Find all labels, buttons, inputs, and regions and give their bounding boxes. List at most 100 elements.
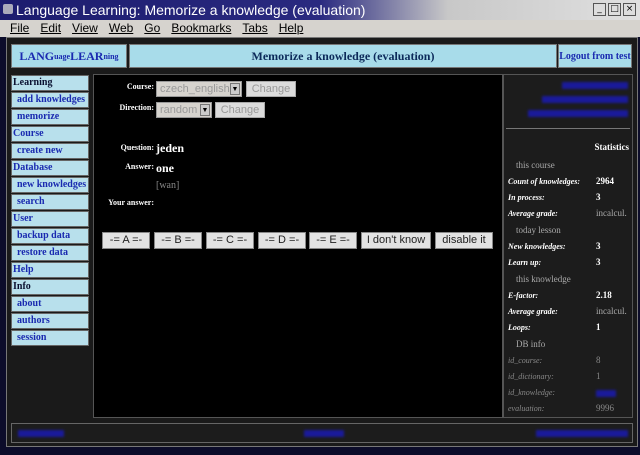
option-c-button[interactable]: -= C =- <box>206 232 254 249</box>
section-head: today lesson <box>516 225 561 235</box>
stat-value: 1 <box>596 322 601 332</box>
stat-value: incalcul. <box>596 208 627 218</box>
menu-file[interactable]: File <box>10 20 29 37</box>
sidebar-item-user[interactable]: User <box>11 211 89 227</box>
section-head: this knowledge <box>516 274 571 284</box>
menu-bar: File Edit View Web Go Bookmarks Tabs Hel… <box>0 20 640 37</box>
answer-text: one <box>156 161 174 175</box>
logout-link[interactable]: Logout from test <box>558 44 632 68</box>
stat-value: 3 <box>596 241 601 251</box>
window-menu-icon[interactable] <box>3 4 13 14</box>
question-label: Question: <box>120 143 154 152</box>
menu-help[interactable]: Help <box>279 20 304 37</box>
sidebar-item-about[interactable]: about <box>11 296 89 312</box>
logo-part: uage <box>54 51 71 61</box>
panel-link[interactable] <box>542 96 628 103</box>
section-head: DB info <box>516 339 546 349</box>
direction-select[interactable]: random ▼ <box>156 102 212 118</box>
answer-label: Answer: <box>125 162 154 171</box>
statistics-panel: Statistics this course Count of knowledg… <box>503 74 633 418</box>
direction-value: random <box>160 104 198 116</box>
sidebar: Learning add knowledges memorize Course crea… <box>11 75 89 347</box>
course-select[interactable]: czech_english ▼ <box>156 81 242 97</box>
stat-label: evaluation: <box>508 404 545 413</box>
statistics-title: Statistics <box>594 142 630 152</box>
sidebar-item-new-knowledges[interactable]: new knowledges <box>11 177 89 193</box>
sidebar-item-backup-data[interactable]: backup data <box>11 228 89 244</box>
stat-label: New knowledges: <box>508 242 566 251</box>
panel-link[interactable] <box>562 82 628 89</box>
sidebar-item-memorize[interactable]: memorize <box>11 109 89 125</box>
sidebar-item-learning[interactable]: Learning <box>11 75 89 91</box>
dropdown-arrow-icon: ▼ <box>200 104 210 116</box>
sidebar-item-create-new[interactable]: create new <box>11 143 89 159</box>
section-head: this course <box>516 160 555 170</box>
question-text: jeden <box>156 141 184 155</box>
stat-value: 9996 <box>596 403 614 413</box>
maximize-button[interactable]: □ <box>608 3 621 16</box>
stat-label: id_knowledge: <box>508 388 556 397</box>
stat-label: E-factor: <box>508 291 539 300</box>
main-panel: Course: czech_english ▼ Change Direction:… <box>93 74 503 418</box>
pronunciation: [wan] <box>156 180 180 191</box>
stat-value: 3 <box>596 192 601 202</box>
logo-part: LEAR <box>70 48 104 63</box>
sidebar-item-course[interactable]: Course <box>11 126 89 142</box>
sidebar-item-restore-data[interactable]: restore data <box>11 245 89 261</box>
page-title: Memorize a knowledge (evaluation) <box>129 44 557 68</box>
option-a-button[interactable]: -= A =- <box>102 232 150 249</box>
your-answer-label: Your answer: <box>108 198 154 207</box>
stat-value: incalcul. <box>596 306 627 316</box>
course-change-button[interactable]: Change <box>246 81 296 97</box>
stat-label: Learn up: <box>508 258 542 267</box>
logo-part: LANG <box>19 48 55 63</box>
footer <box>11 423 633 443</box>
menu-go[interactable]: Go <box>144 20 160 37</box>
sidebar-item-info[interactable]: Info <box>11 279 89 295</box>
menu-edit[interactable]: Edit <box>40 20 61 37</box>
logo-part: ning <box>103 51 119 61</box>
divider <box>506 128 630 129</box>
option-d-button[interactable]: -= D =- <box>258 232 306 249</box>
option-b-button[interactable]: -= B =- <box>154 232 202 249</box>
menu-web[interactable]: Web <box>109 20 133 37</box>
dont-know-button[interactable]: I don't know <box>361 232 431 249</box>
option-e-button[interactable]: -= E =- <box>309 232 357 249</box>
disable-button[interactable]: disable it <box>435 232 493 249</box>
course-label: Course: <box>126 82 154 91</box>
close-button[interactable]: × <box>623 3 636 16</box>
sidebar-item-help[interactable]: Help <box>11 262 89 278</box>
menu-bookmarks[interactable]: Bookmarks <box>171 20 231 37</box>
stat-label: Average grade: <box>508 307 558 316</box>
stat-value: 2.18 <box>596 290 612 300</box>
stat-label: id_course: <box>508 356 543 365</box>
stat-value: 8 <box>596 355 601 365</box>
stat-label: id_dictionary: <box>508 372 554 381</box>
footer-link[interactable] <box>536 430 628 437</box>
sidebar-item-authors[interactable]: authors <box>11 313 89 329</box>
sidebar-item-search[interactable]: search <box>11 194 89 210</box>
sidebar-item-add-knowledges[interactable]: add knowledges <box>11 92 89 108</box>
stat-label: Loops: <box>508 323 531 332</box>
page: LANG uage LEAR ning Memorize a knowledge (e… <box>6 37 638 447</box>
stat-label: Count of knowledges: <box>508 177 581 186</box>
logo[interactable]: LANG uage LEAR ning <box>11 44 127 68</box>
menu-view[interactable]: View <box>72 20 98 37</box>
direction-change-button[interactable]: Change <box>215 102 265 118</box>
stat-value: 3 <box>596 257 601 267</box>
stat-value: 1 <box>596 371 601 381</box>
window-titlebar: Language Learning: Memorize a knowledge … <box>0 0 640 20</box>
menu-tabs[interactable]: Tabs <box>242 20 267 37</box>
stat-label: In process: <box>508 193 545 202</box>
footer-link[interactable] <box>18 430 64 437</box>
sidebar-item-session[interactable]: session <box>11 330 89 346</box>
course-value: czech_english <box>160 83 230 95</box>
minimize-button[interactable]: _ <box>593 3 606 16</box>
panel-link[interactable] <box>528 110 628 117</box>
window-title: Language Learning: Memorize a knowledge … <box>16 2 366 18</box>
direction-label: Direction: <box>119 103 154 112</box>
footer-link[interactable] <box>304 430 344 437</box>
sidebar-item-database[interactable]: Database <box>11 160 89 176</box>
stat-label: Average grade: <box>508 209 558 218</box>
knowledge-id-link[interactable] <box>596 390 616 397</box>
